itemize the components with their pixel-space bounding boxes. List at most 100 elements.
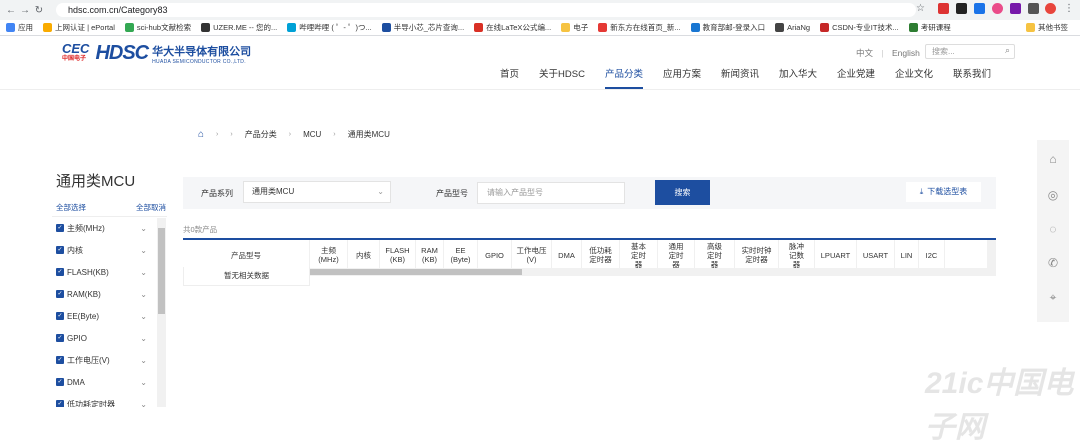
- extension-icon[interactable]: [1010, 3, 1021, 14]
- home-icon[interactable]: ⌂: [198, 129, 204, 140]
- checkbox-checked-icon[interactable]: ✓: [56, 268, 64, 276]
- bookmark[interactable]: UZER.ME -- 您的...: [201, 22, 277, 33]
- table-scrollbar-thumb[interactable]: [310, 269, 522, 275]
- bookmark-folder[interactable]: 电子: [561, 22, 588, 33]
- col-lp-timer[interactable]: 低功耗 定时器: [582, 240, 620, 270]
- nav-culture[interactable]: 企业文化: [895, 66, 933, 89]
- filter-item-ee[interactable]: ✓ EE(Byte) ⌄: [52, 305, 167, 327]
- lang-cn-link[interactable]: 中文: [856, 48, 873, 58]
- extension-icon[interactable]: [1028, 3, 1039, 14]
- col-basic-timer[interactable]: 基本 定时器: [620, 240, 658, 270]
- col-voltage[interactable]: 工作电压 (V): [512, 240, 552, 270]
- bookmark[interactable]: sci-hub文献检索: [124, 22, 191, 33]
- chevron-down-icon[interactable]: ⌄: [140, 290, 147, 299]
- extension-icon[interactable]: [956, 3, 967, 14]
- bookmark[interactable]: 半导小芯_芯片查询...: [381, 22, 464, 33]
- reload-icon[interactable]: ↻: [32, 5, 46, 16]
- col-core[interactable]: 内核: [348, 240, 380, 270]
- bookmark-folder-other[interactable]: 其他书签: [1026, 22, 1068, 33]
- filter-item-gpio[interactable]: ✓ GPIO ⌄: [52, 327, 167, 349]
- filter-item-frequency[interactable]: ✓ 主频(MHz) ⌄: [52, 217, 167, 239]
- wechat-icon[interactable]: ◌: [1046, 222, 1060, 236]
- filter-item-flash[interactable]: ✓ FLASH(KB) ⌄: [52, 261, 167, 283]
- filter-item-voltage[interactable]: ✓ 工作电压(V) ⌄: [52, 349, 167, 371]
- location-icon[interactable]: ⌖: [1046, 290, 1060, 304]
- filter-item-ram[interactable]: ✓ RAM(KB) ⌄: [52, 283, 167, 305]
- chevron-down-icon[interactable]: ⌄: [140, 312, 147, 321]
- site-search-input[interactable]: 搜索... ⌕: [925, 44, 1015, 59]
- star-icon[interactable]: ☆: [916, 3, 927, 14]
- bookmark[interactable]: 教育部邮-登录入口: [690, 22, 765, 33]
- extension-icon[interactable]: [992, 3, 1003, 14]
- nav-party[interactable]: 企业党建: [837, 66, 875, 89]
- forward-icon[interactable]: →: [18, 5, 32, 16]
- col-ee[interactable]: EE (Byte): [444, 240, 478, 270]
- lang-en-link[interactable]: English: [892, 48, 920, 58]
- bookmark[interactable]: CSDN-专业IT技术...: [820, 22, 899, 33]
- avatar[interactable]: [1045, 3, 1056, 14]
- chevron-down-icon[interactable]: ⌄: [140, 356, 147, 365]
- nav-about[interactable]: 关于HDSC: [539, 66, 585, 89]
- checkbox-checked-icon[interactable]: ✓: [56, 290, 64, 298]
- menu-icon[interactable]: ⋮: [1064, 3, 1075, 14]
- nav-contact[interactable]: 联系我们: [953, 66, 991, 89]
- filter-item-dma[interactable]: ✓ DMA ⌄: [52, 371, 167, 393]
- col-lpuart[interactable]: LPUART: [815, 240, 857, 270]
- bookmark[interactable]: 上网认证 | ePortal: [43, 22, 115, 33]
- breadcrumb-products[interactable]: 产品分类: [245, 129, 277, 140]
- address-bar[interactable]: hdsc.com.cn/Category83: [56, 3, 916, 17]
- extension-icon[interactable]: [974, 3, 985, 14]
- col-ram[interactable]: RAM (KB): [416, 240, 444, 270]
- select-all-link[interactable]: 全部选择: [56, 202, 86, 213]
- phone-icon[interactable]: ✆: [1046, 256, 1060, 270]
- series-select[interactable]: 通用类MCU ⌄: [243, 181, 391, 203]
- bookmark[interactable]: 考研课程: [908, 22, 951, 33]
- download-button[interactable]: ⤓ 下载选型表: [906, 182, 981, 202]
- filter-item-lp-timer[interactable]: ✓ 低功耗定时器 ⌄: [52, 393, 167, 407]
- bookmark[interactable]: 在线LaTeX公式编...: [474, 22, 551, 33]
- nav-join[interactable]: 加入华大: [779, 66, 817, 89]
- bookmark[interactable]: 新东方在线首页_新...: [598, 22, 681, 33]
- chevron-down-icon[interactable]: ⌄: [140, 268, 147, 277]
- chevron-down-icon[interactable]: ⌄: [140, 246, 147, 255]
- home-icon[interactable]: ⌂: [1046, 152, 1060, 166]
- breadcrumb-mcu[interactable]: MCU: [303, 130, 321, 139]
- col-usart[interactable]: USART: [857, 240, 895, 270]
- extension-icon[interactable]: [938, 3, 949, 14]
- checkbox-checked-icon[interactable]: ✓: [56, 356, 64, 364]
- checkbox-checked-icon[interactable]: ✓: [56, 224, 64, 232]
- nav-products[interactable]: 产品分类: [604, 66, 643, 89]
- checkbox-checked-icon[interactable]: ✓: [56, 400, 64, 407]
- checkbox-checked-icon[interactable]: ✓: [56, 334, 64, 342]
- cancel-all-link[interactable]: 全部取消: [136, 202, 166, 213]
- model-input[interactable]: 请输入产品型号: [477, 182, 625, 204]
- checkbox-checked-icon[interactable]: ✓: [56, 246, 64, 254]
- search-button[interactable]: 搜索: [655, 180, 710, 205]
- chevron-down-icon[interactable]: ⌄: [140, 224, 147, 233]
- site-logo[interactable]: CEC 中国电子 HDSC 华大半导体有限公司 HUADA SEMICONDUCT…: [62, 42, 251, 65]
- col-frequency[interactable]: 主频 (MHz): [310, 240, 348, 270]
- nav-home[interactable]: 首页: [500, 66, 519, 89]
- chevron-down-icon[interactable]: ⌄: [140, 334, 147, 343]
- chevron-down-icon[interactable]: ⌄: [140, 400, 147, 408]
- col-model[interactable]: 产品型号: [183, 240, 310, 270]
- search-icon[interactable]: ⌕: [1005, 44, 1010, 57]
- filter-item-core[interactable]: ✓ 内核 ⌄: [52, 239, 167, 261]
- col-i2c[interactable]: I2C: [919, 240, 945, 270]
- weibo-icon[interactable]: ◎: [1046, 188, 1060, 202]
- col-gpio[interactable]: GPIO: [478, 240, 512, 270]
- col-advanced-timer[interactable]: 高级 定时器: [695, 240, 735, 270]
- chevron-down-icon[interactable]: ⌄: [140, 378, 147, 387]
- col-flash[interactable]: FLASH (KB): [380, 240, 416, 270]
- col-lin[interactable]: LIN: [895, 240, 919, 270]
- col-rtc-timer[interactable]: 实时时钟 定时器: [735, 240, 779, 270]
- nav-news[interactable]: 新闻资讯: [721, 66, 759, 89]
- col-pulse-counter[interactable]: 脉冲 记数器: [779, 240, 815, 270]
- checkbox-checked-icon[interactable]: ✓: [56, 312, 64, 320]
- back-icon[interactable]: ←: [4, 5, 18, 16]
- table-vertical-scrollbar[interactable]: [987, 240, 996, 268]
- sidebar-scrollbar-thumb[interactable]: [158, 228, 165, 314]
- bookmark[interactable]: AriaNg: [775, 23, 810, 32]
- bookmark-apps[interactable]: 应用: [6, 22, 33, 33]
- checkbox-checked-icon[interactable]: ✓: [56, 378, 64, 386]
